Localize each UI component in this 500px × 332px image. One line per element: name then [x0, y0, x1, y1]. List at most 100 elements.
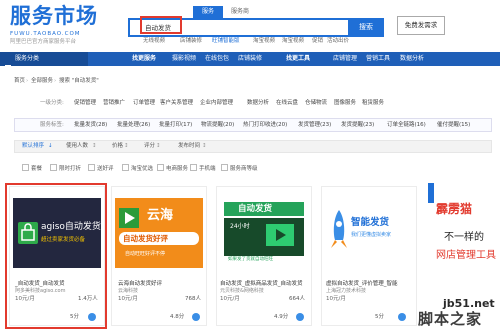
card-score: 4.8分 [170, 314, 185, 320]
card-price: 10元/月 [220, 296, 240, 302]
service-tag[interactable]: 订单全链路(16) [387, 122, 426, 129]
menu-icon [5, 56, 11, 71]
play-icon [119, 208, 139, 228]
sort-users[interactable]: 使用人数 [66, 143, 88, 150]
category-item[interactable]: 订单管理 [133, 100, 155, 107]
sort-publish-time[interactable]: 发布时间 [178, 143, 200, 150]
card-title[interactable]: 自动发货_虚拟商品发货_自动发货 [220, 281, 303, 288]
card-sold: 768人 [185, 296, 201, 302]
sort-price[interactable]: 价格 [112, 143, 123, 150]
nav-item[interactable]: 营销工具 [366, 56, 390, 62]
hot-keyword[interactable]: 店铺装修 [180, 38, 202, 45]
service-tag[interactable]: 批量打印(17) [159, 122, 192, 129]
service-tag[interactable]: 物流提醒(20) [201, 122, 234, 129]
nav-item[interactable]: 找更服务 [132, 56, 156, 62]
card-banner-headline: 云海 [147, 208, 174, 223]
nav-item[interactable]: 店铺装修 [238, 56, 262, 62]
site-slogan: 阿里巴巴官方商家服务平台 [10, 39, 77, 45]
product-card-image[interactable]: 霹雳猫 不一样的 网店管理工具 [428, 183, 500, 295]
hot-keyword[interactable]: 无线视频 [143, 38, 165, 45]
search-tab-service[interactable]: 服务 [193, 6, 223, 18]
category-item[interactable]: 营销推广 [103, 100, 125, 107]
breadcrumb-home[interactable]: 首页 [14, 78, 25, 85]
category-item[interactable]: 促销管理 [74, 100, 96, 107]
breadcrumb-all[interactable]: 全部服务 [31, 78, 53, 85]
product-card-image[interactable]: 云海 自动发货好评 自动旺旺好评不停 [115, 198, 203, 268]
nav-item[interactable]: 店铺管理 [333, 56, 357, 62]
filter-checkbox[interactable]: 手机端 [190, 164, 216, 173]
filter-checkbox[interactable]: 电商服务 [157, 164, 188, 173]
site-logo[interactable]: 服务市场 [10, 6, 98, 27]
card-banner-caption: 网店管理工具 [436, 250, 496, 261]
hot-keyword[interactable]: 淘宝视频 [282, 38, 304, 45]
breadcrumb-search: 搜索 "自动发货" [59, 78, 99, 84]
sort-default[interactable]: 默认排序 [22, 143, 44, 150]
hot-keyword[interactable]: 促销 [312, 38, 323, 45]
filter-checkbox[interactable]: 淘宝优选 [122, 164, 153, 173]
card-banner-pill: 自动发货好评 [119, 232, 199, 245]
search-button[interactable]: 搜索 [348, 18, 384, 37]
service-tag[interactable]: 催付提醒(15) [437, 122, 470, 129]
service-tag[interactable]: 发货提醒(23) [341, 122, 374, 129]
category-item[interactable]: 租赁服务 [362, 100, 384, 107]
card-banner-subline: 我们更懂虚拟卖家 [351, 232, 392, 238]
category-item[interactable]: 数据分析 [247, 100, 269, 107]
card-price: 10元/月 [326, 296, 346, 302]
nav-item[interactable]: 摄影视频 [172, 56, 196, 62]
product-card-image[interactable]: 智能发货 我们更懂虚拟卖家 [325, 198, 413, 268]
service-tag[interactable]: 发货管理(23) [298, 122, 331, 129]
category-item[interactable]: 企业内部管理 [200, 100, 233, 107]
monitor-icon [266, 224, 294, 246]
nav-item[interactable]: 找更工具 [286, 56, 310, 62]
category-row-label: 一级分类: [40, 100, 64, 106]
filter-checkbox[interactable]: 套餐 [22, 164, 42, 173]
watermark-url: jb51.net [443, 297, 495, 310]
filter-checkbox[interactable]: 服务商等级 [221, 164, 258, 173]
sort-rating[interactable]: 评分 [144, 143, 155, 150]
sort-arrow-icon: ↕ [202, 143, 207, 149]
hot-keyword[interactable]: 旺铺智能版 [212, 38, 240, 45]
watermark-text: 脚本之家 [418, 310, 483, 328]
nav-item[interactable]: 数据分析 [400, 56, 424, 62]
card5-accent [428, 183, 434, 203]
nav-service-category[interactable]: 服务分类 [0, 52, 88, 71]
card-title[interactable]: 云海自动发货好评 [118, 281, 162, 288]
verified-badge-icon [296, 313, 304, 321]
site-logo-url: FUWU.TAOBAO.COM [10, 31, 81, 37]
filter-checkbox[interactable]: 限时打折 [50, 164, 81, 173]
card-sold: 664人 [289, 296, 305, 302]
category-item[interactable]: 仓储物流 [305, 100, 327, 107]
card-score: 5分 [375, 314, 384, 320]
card-banner-headline: 霹雳猫 [436, 202, 473, 216]
nav-item[interactable]: 在线包包 [205, 56, 229, 62]
card-banner-headline: 智能发货 [351, 217, 390, 228]
card-banner-caption: 自动旺旺好评不停 [125, 251, 166, 257]
verified-badge-icon [398, 313, 406, 321]
category-item[interactable]: 图像服务 [334, 100, 356, 107]
category-item[interactable]: 在线云盘 [276, 100, 298, 107]
card-banner-subline: 自动发货好评 [123, 234, 168, 243]
breadcrumb-separator: › [26, 78, 29, 84]
service-tag[interactable]: 批量发货(28) [74, 122, 107, 129]
sort-arrow-icon: ↕ [124, 143, 129, 149]
service-tag[interactable]: 批量处理(26) [117, 122, 150, 129]
sort-arrow-icon: ↓ [48, 143, 53, 149]
service-tag[interactable]: 热门打印收进(20) [243, 122, 287, 129]
card-banner-subline: 不一样的 [444, 232, 484, 243]
product-card-image[interactable]: 自动发货 24小时 如果发了货就自动旺旺 [220, 198, 308, 268]
sort-arrow-icon: ↕ [156, 143, 161, 149]
nav-service-category-label: 服务分类 [15, 55, 40, 62]
publish-demand-button[interactable]: 免费发需求 [397, 16, 445, 35]
hot-keyword[interactable]: 活动出价 [327, 38, 349, 45]
search-tab-provider[interactable]: 服务商 [225, 6, 255, 18]
card-title[interactable]: 虚拟自动发货_评价管理_智能 [326, 281, 398, 288]
card-vendor: 云海科技 [118, 288, 139, 294]
hot-keyword[interactable]: 淘宝视频 [253, 38, 275, 45]
card-vendor: 上海冠力技术科技 [326, 288, 367, 294]
sort-arrow-icon: ↕ [92, 143, 97, 149]
category-item[interactable]: 客户关系管理 [160, 100, 193, 107]
card-banner-header: 自动发货 [224, 202, 304, 216]
filter-checkbox[interactable]: 送好评 [88, 164, 114, 173]
card-highlight-box [5, 183, 107, 329]
search-query-highlight [140, 16, 182, 34]
